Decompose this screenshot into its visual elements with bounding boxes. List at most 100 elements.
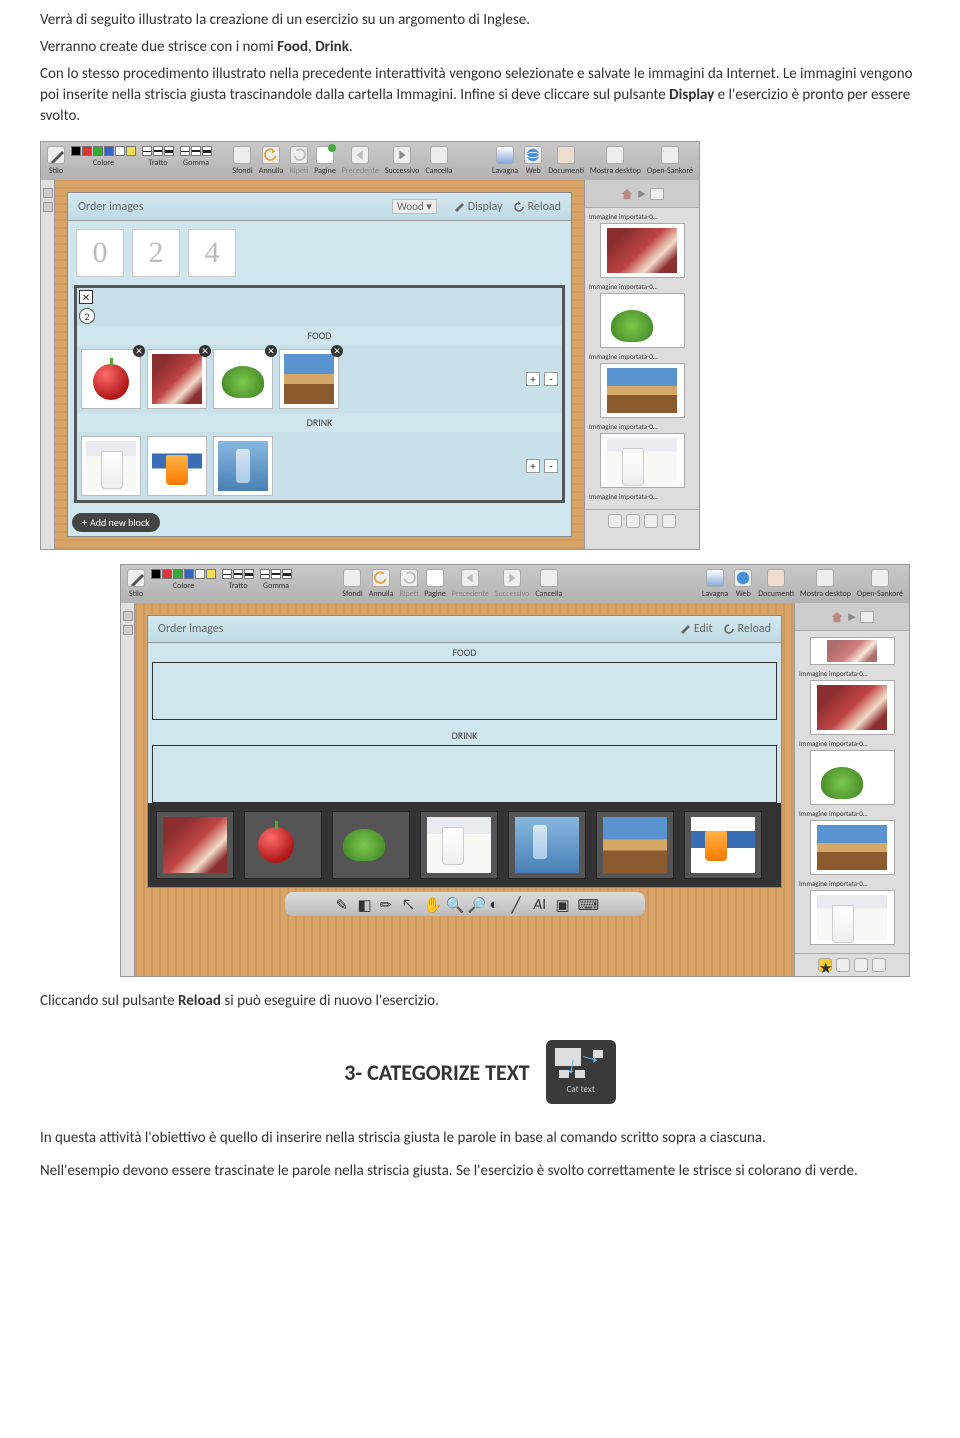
star-icon[interactable] — [608, 514, 622, 528]
theme-select[interactable]: Wood ▾ — [392, 199, 437, 214]
pen-icon[interactable]: ✎ — [336, 896, 352, 912]
display-button[interactable]: Display — [453, 200, 503, 214]
plus-button[interactable]: + — [526, 459, 540, 473]
remove-icon[interactable]: ✕ — [133, 345, 145, 357]
tool-sfondi[interactable]: Sfondi — [232, 146, 252, 176]
gallery-item[interactable] — [420, 811, 498, 879]
tool-succ[interactable]: Successivo — [385, 146, 419, 176]
zoomin-icon[interactable]: 🔍 — [446, 896, 462, 912]
folder-icon[interactable] — [650, 188, 664, 200]
trash-icon[interactable] — [662, 514, 676, 528]
tool-colore[interactable]: Colore — [151, 569, 216, 591]
star-icon[interactable]: ★ — [818, 958, 832, 972]
tool-colore[interactable]: Colore — [71, 146, 136, 168]
left-sidebar — [41, 180, 55, 549]
food-dropzone[interactable] — [152, 662, 777, 720]
tool-documenti[interactable]: Documenti — [548, 146, 584, 176]
drink-strip[interactable]: +- — [77, 432, 562, 500]
gallery-item[interactable] — [508, 811, 586, 879]
tool-lavagna[interactable]: Lavagna — [492, 146, 518, 176]
drink-item[interactable] — [81, 436, 141, 496]
home-icon[interactable] — [620, 187, 634, 201]
gallery-item[interactable] — [244, 811, 322, 879]
library-nav: ▸ — [585, 180, 699, 208]
food-item[interactable]: ✕ — [279, 349, 339, 409]
drink-item[interactable] — [213, 436, 273, 496]
app-window-2: Stilo Colore Tratto Gomma Sfondi Annulla… — [120, 564, 910, 977]
search-icon[interactable] — [626, 514, 640, 528]
tool-tratto[interactable]: Tratto — [222, 569, 254, 591]
tool-prec: Precedente — [342, 146, 379, 176]
tool-stilo[interactable]: Stilo — [47, 146, 65, 176]
eraser-icon[interactable]: ◧ — [358, 896, 374, 912]
food-label: FOOD — [77, 326, 562, 345]
food-item[interactable]: ✕ — [81, 349, 141, 409]
tool-cancella[interactable]: Cancella — [425, 146, 452, 176]
library-item[interactable]: Immagine importata-0… — [799, 669, 905, 735]
library-item[interactable]: Immagine importata-0… — [589, 212, 695, 278]
library-item[interactable]: Immagine importata-0… — [589, 352, 695, 418]
tool-pagine[interactable]: Pagine — [424, 569, 446, 599]
tool-mostra[interactable]: Mostra desktop — [800, 569, 851, 599]
tool-lavagna[interactable]: Lavagna — [702, 569, 728, 599]
text-icon[interactable]: AI — [534, 896, 550, 912]
pointer-icon[interactable]: ↖ — [402, 896, 418, 912]
tool-annulla[interactable]: Annulla — [259, 146, 284, 176]
library-item[interactable]: Immagine importata-0… — [589, 282, 695, 348]
food-strip[interactable]: ✕ ✕ ✕ ✕ +- — [77, 345, 562, 413]
tool-cancella[interactable]: Cancella — [535, 569, 562, 599]
library-item[interactable]: Immagine importata-0… — [799, 739, 905, 805]
library-item[interactable]: Immagine importata-0… — [589, 492, 695, 501]
gallery-item[interactable] — [596, 811, 674, 879]
zoomout-icon[interactable]: 🔎 — [468, 896, 484, 912]
plus-button[interactable]: + — [526, 372, 540, 386]
tool-pagine[interactable]: Pagine — [314, 146, 336, 176]
card-0[interactable]: 0 — [76, 229, 124, 277]
keyboard-icon[interactable]: ⌨ — [578, 896, 594, 912]
intro-block: Verrà di seguito illustrato la creazione… — [40, 10, 920, 127]
tool-open[interactable]: Open-Sankoré — [857, 569, 903, 599]
drink-item[interactable] — [147, 436, 207, 496]
tool-gomma[interactable]: Gomma — [260, 569, 292, 591]
add-icon[interactable] — [644, 514, 658, 528]
remove-icon[interactable]: ✕ — [331, 345, 343, 357]
remove-icon[interactable]: ✕ — [265, 345, 277, 357]
card-4[interactable]: 4 — [188, 229, 236, 277]
tool-documenti[interactable]: Documenti — [758, 569, 794, 599]
line-icon[interactable]: ╱ — [512, 896, 528, 912]
food-item[interactable]: ✕ — [147, 349, 207, 409]
library-item[interactable]: Immagine importata-0… — [799, 809, 905, 875]
hand-icon[interactable]: ✋ — [424, 896, 440, 912]
trash-icon[interactable] — [872, 958, 886, 972]
tool-sfondi[interactable]: Sfondi — [342, 569, 362, 599]
close-icon[interactable]: ✕ — [79, 290, 93, 304]
drink-dropzone[interactable] — [152, 745, 777, 803]
tool-tratto[interactable]: Tratto — [142, 146, 174, 168]
gallery-item[interactable] — [156, 811, 234, 879]
food-item[interactable]: ✕ — [213, 349, 273, 409]
library-item[interactable] — [799, 637, 905, 665]
add-block-button[interactable]: +Add new block — [72, 513, 160, 532]
library-item[interactable]: Immagine importata-0… — [589, 422, 695, 488]
tool-annulla[interactable]: Annulla — [369, 569, 394, 599]
tool-web[interactable]: Web — [524, 146, 542, 176]
gallery-item[interactable] — [684, 811, 762, 879]
remove-icon[interactable]: ✕ — [199, 345, 211, 357]
reload-button[interactable]: Reload — [513, 200, 561, 214]
marker-icon[interactable]: ✏ — [380, 896, 396, 912]
laser-icon[interactable]: ◐ — [490, 896, 506, 912]
edit-button[interactable]: Edit — [679, 622, 713, 636]
minus-button[interactable]: - — [544, 372, 558, 386]
tool-stilo[interactable]: Stilo — [127, 569, 145, 599]
capture-icon[interactable]: ▣ — [556, 896, 572, 912]
tool-gomma[interactable]: Gomma — [180, 146, 212, 168]
reload-button[interactable]: Reload — [723, 622, 771, 636]
home-icon[interactable] — [830, 610, 844, 624]
minus-button[interactable]: - — [544, 459, 558, 473]
card-2[interactable]: 2 — [132, 229, 180, 277]
tool-mostra[interactable]: Mostra desktop — [590, 146, 641, 176]
library-item[interactable]: Immagine importata-0… — [799, 879, 905, 945]
gallery-item[interactable] — [332, 811, 410, 879]
tool-web[interactable]: Web — [734, 569, 752, 599]
tool-open[interactable]: Open-Sankoré — [647, 146, 693, 176]
